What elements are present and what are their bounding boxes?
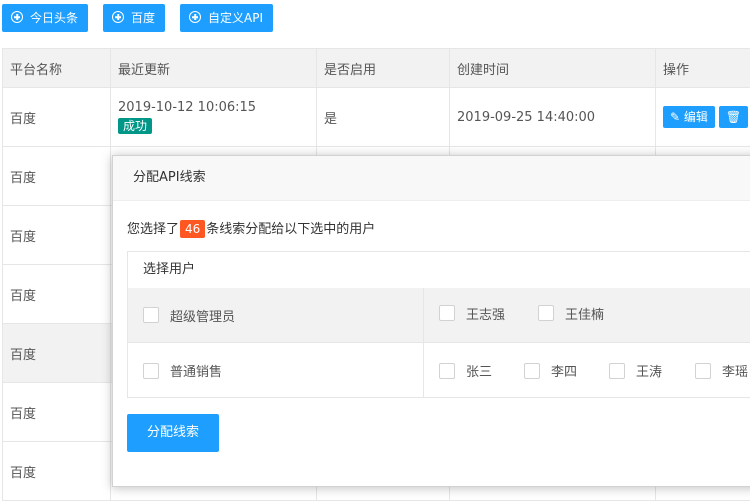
add-custom-api-label: 自定义API — [208, 11, 263, 25]
actions-cell: ✎ 编辑 🗑 — [656, 88, 750, 147]
group-cell: 普通销售 — [128, 343, 424, 398]
selected-count-badge: 46 — [180, 220, 205, 238]
status-badge: 成功 — [118, 118, 152, 134]
add-baidu-button[interactable]: 百度 — [103, 4, 165, 32]
modal-body: 您选择了46条线索分配给以下选中的用户 选择用户 超级管理员 王志强 — [113, 201, 750, 486]
header-created: 创建时间 — [450, 49, 656, 88]
checkbox[interactable] — [143, 363, 159, 379]
user-label: 李四 — [551, 361, 577, 380]
checkbox[interactable] — [695, 363, 711, 379]
created-cell: 2019-09-25 14:40:00 — [450, 88, 656, 147]
group-cell: 超级管理员 — [128, 288, 424, 342]
add-custom-api-button[interactable]: 自定义API — [180, 4, 273, 32]
checkbox[interactable] — [143, 307, 159, 323]
trash-icon: 🗑 — [726, 110, 741, 124]
header-actions: 操作 — [656, 49, 750, 88]
group-row-sales: 普通销售 张三 李四 王涛 — [128, 343, 750, 398]
platform-cell: 百度 — [3, 324, 111, 383]
user-checkbox[interactable]: 王涛 — [609, 343, 662, 398]
platform-cell: 百度 — [3, 147, 111, 206]
panel-title: 选择用户 — [128, 252, 750, 289]
checkbox[interactable] — [524, 363, 540, 379]
selection-description: 您选择了46条线索分配给以下选中的用户 — [127, 218, 375, 238]
user-checkbox[interactable]: 王佳楠 — [538, 288, 604, 338]
platform-cell: 百度 — [3, 442, 111, 501]
enabled-cell: 是 — [317, 88, 450, 147]
assign-leads-button[interactable]: 分配线索 — [127, 414, 219, 452]
modal-title: 分配API线索 — [113, 156, 750, 201]
user-group-grid: 超级管理员 王志强 王佳楠 — [128, 288, 750, 398]
platform-cell: 百度 — [3, 88, 111, 147]
group-checkbox-sales[interactable]: 普通销售 — [143, 343, 222, 398]
platform-cell: 百度 — [3, 383, 111, 442]
user-label: 李瑶 — [722, 361, 748, 380]
checkbox[interactable] — [609, 363, 625, 379]
user-label: 王涛 — [636, 361, 662, 380]
add-toutiao-label: 今日头条 — [30, 11, 78, 25]
add-toutiao-button[interactable]: 今日头条 — [2, 4, 88, 32]
table-header-row: 平台名称 最近更新 是否启用 创建时间 操作 — [3, 49, 750, 88]
assign-api-leads-modal: 分配API线索 您选择了46条线索分配给以下选中的用户 选择用户 超级管理员 王 — [112, 155, 750, 487]
desc-prefix: 您选择了 — [127, 222, 179, 237]
group-checkbox-admin[interactable]: 超级管理员 — [143, 288, 235, 342]
user-label: 王佳楠 — [565, 304, 604, 323]
header-enabled: 是否启用 — [317, 49, 450, 88]
header-platform: 平台名称 — [3, 49, 111, 88]
add-circle-icon — [189, 11, 201, 23]
checkbox[interactable] — [439, 363, 455, 379]
desc-suffix: 条线索分配给以下选中的用户 — [206, 222, 375, 237]
delete-button[interactable]: 🗑 — [719, 106, 748, 128]
platform-cell: 百度 — [3, 206, 111, 265]
user-checkbox[interactable]: 张三 — [439, 343, 492, 398]
checkbox[interactable] — [439, 305, 455, 321]
add-baidu-label: 百度 — [131, 11, 155, 25]
table-row: 百度 2019-10-12 10:06:15 成功 是 2019-09-25 1… — [3, 88, 750, 147]
user-checkbox[interactable]: 李瑶 — [695, 343, 748, 398]
group-label: 超级管理员 — [170, 306, 235, 325]
pencil-icon: ✎ — [670, 110, 680, 124]
add-circle-icon — [112, 11, 124, 23]
header-updated: 最近更新 — [111, 49, 317, 88]
user-label: 王志强 — [466, 304, 505, 323]
user-label: 张三 — [466, 361, 492, 380]
user-checkbox[interactable]: 李四 — [524, 343, 577, 398]
checkbox[interactable] — [538, 305, 554, 321]
updated-cell: 2019-10-12 10:06:15 成功 — [111, 88, 317, 147]
updated-time: 2019-10-12 10:06:15 — [118, 100, 309, 115]
user-checkbox[interactable]: 王志强 — [439, 288, 505, 338]
add-circle-icon — [11, 11, 23, 23]
platform-cell: 百度 — [3, 265, 111, 324]
user-select-panel: 选择用户 超级管理员 王志强 王佳楠 — [127, 251, 750, 398]
group-row-admin: 超级管理员 王志强 王佳楠 — [128, 288, 750, 343]
group-label: 普通销售 — [170, 361, 222, 380]
edit-label: 编辑 — [684, 110, 708, 124]
edit-button[interactable]: ✎ 编辑 — [663, 106, 715, 128]
